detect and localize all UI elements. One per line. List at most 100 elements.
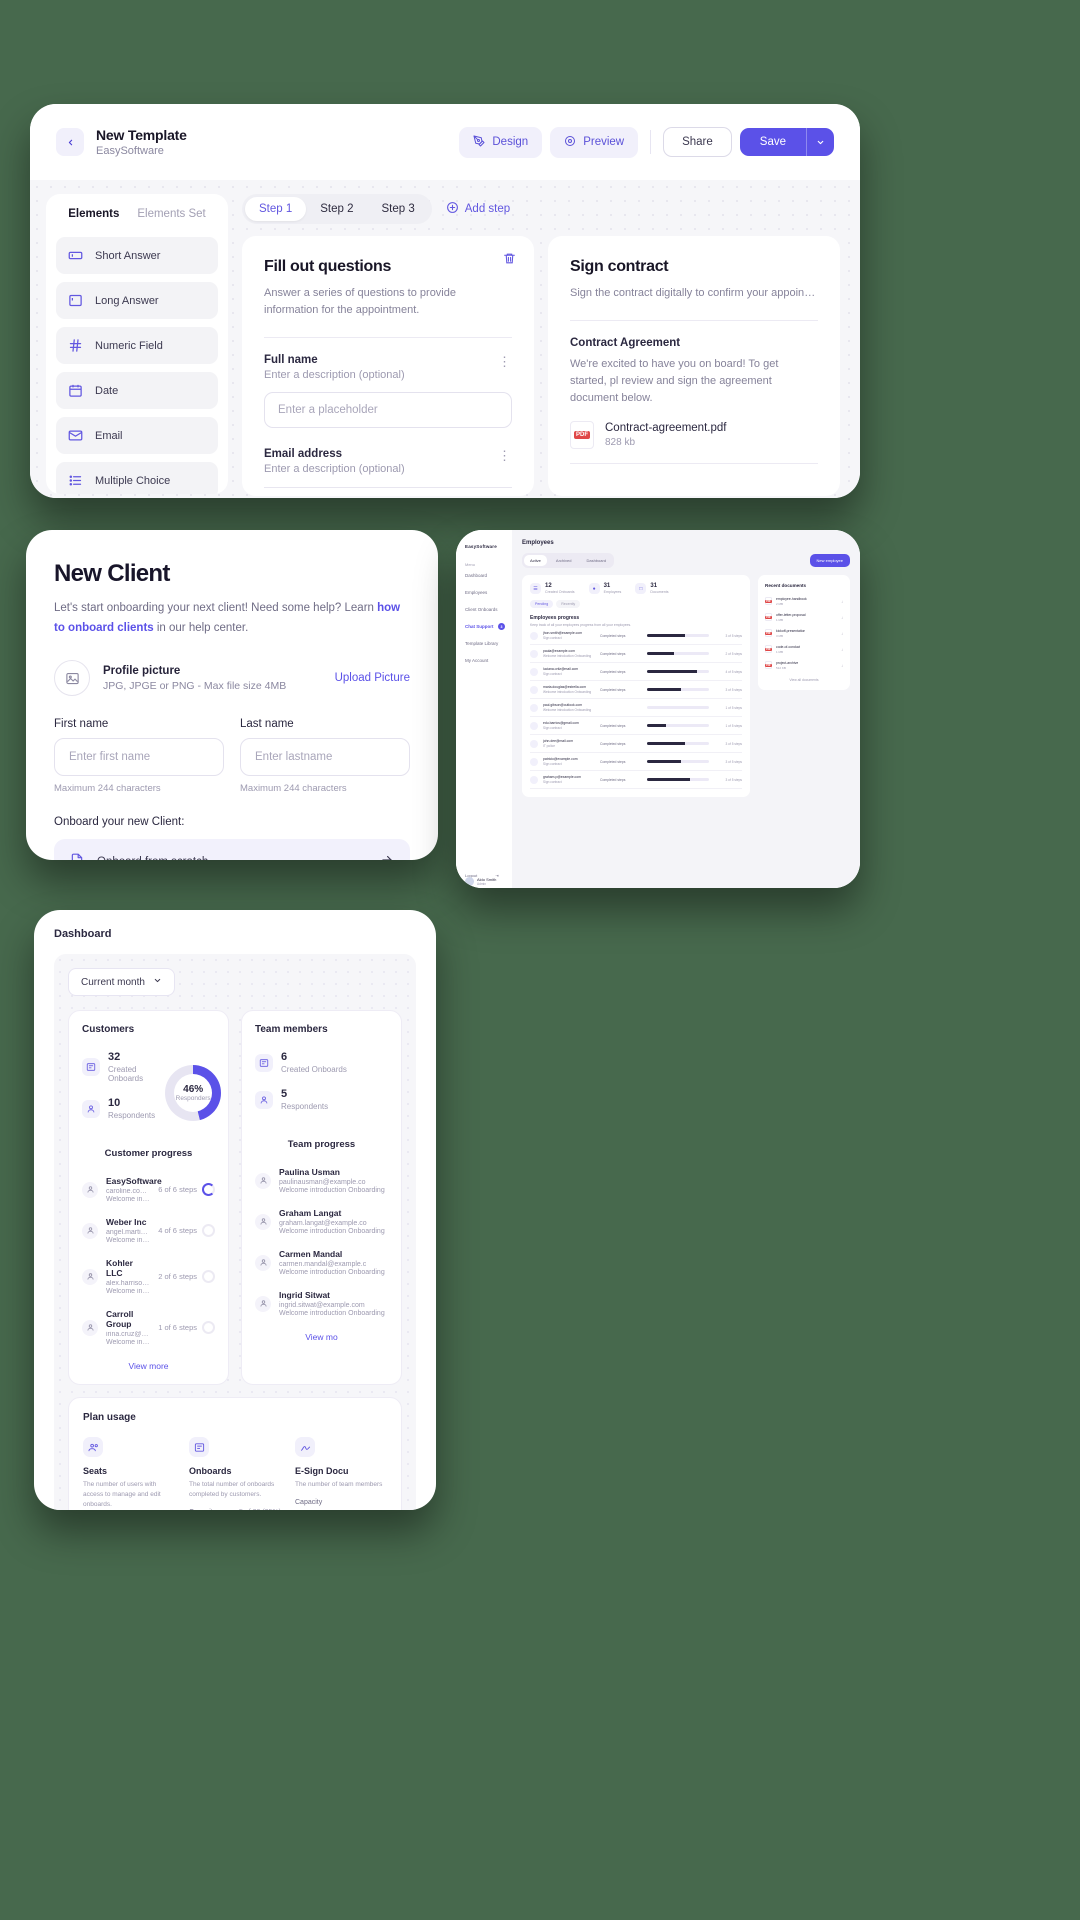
element-date[interactable]: Date [56, 372, 218, 409]
add-step-button[interactable]: Add step [446, 201, 510, 217]
tab-step-2[interactable]: Step 2 [306, 197, 367, 221]
team-stat-col: 6 Created Onboards 5 Respondents [255, 1051, 388, 1125]
table-row[interactable]: paul.gibson@outlook.com Welcome introduc… [530, 699, 742, 717]
document-size: 512 KB [776, 665, 786, 670]
stat-created-onboards: 32 Created Onboards [82, 1051, 155, 1083]
contract-file-row[interactable]: PDF Contract-agreement.pdf 828 kb [570, 421, 818, 465]
member-name: Ingrid Sitwat [279, 1290, 330, 1300]
onboard-from-scratch-option[interactable]: Onboard from scratch [54, 839, 410, 860]
download-icon[interactable]: ↓ [841, 631, 843, 636]
team-stats: 6 Created Onboards 5 Respondents [255, 1051, 388, 1125]
table-row[interactable]: john.dee@mail.com IT police Completed st… [530, 735, 742, 753]
list-item[interactable]: Carroll Group irina.cruz@example.com Wel… [82, 1302, 215, 1353]
tab-elements[interactable]: Elements [68, 208, 119, 223]
view-all-documents-link[interactable]: View all documents [765, 678, 843, 682]
list-item[interactable]: Paulina Usman paulinausman@example.co We… [255, 1160, 388, 1201]
sidebar-item-dashboard[interactable]: Dashboard [456, 567, 512, 584]
element-long-answer[interactable]: Long Answer [56, 282, 218, 319]
month-selector[interactable]: Current month [68, 968, 175, 996]
element-short-answer[interactable]: Short Answer [56, 237, 218, 274]
question-menu-icon[interactable]: ⋮ [498, 448, 512, 464]
plan-usage-grid: Seats The number of users with access to… [83, 1437, 387, 1510]
stat-respondents: 5 Respondents [255, 1088, 388, 1111]
pdf-icon: PDF [765, 645, 772, 653]
tab-dashboard[interactable]: Dashboard [580, 555, 612, 566]
tab-step-1[interactable]: Step 1 [245, 197, 307, 221]
last-name-label: Last name [240, 718, 294, 731]
trash-icon[interactable] [503, 252, 516, 270]
download-icon[interactable]: ↓ [841, 663, 843, 668]
progress-bar [647, 706, 709, 709]
profile-picture-text: Profile picture JPG, JPGE or PNG - Max f… [103, 665, 286, 692]
plan-capacity-row: Capacity [295, 1499, 387, 1506]
preview-button[interactable]: Preview [550, 126, 639, 158]
back-icon[interactable] [56, 128, 84, 156]
download-icon[interactable]: ↓ [841, 615, 843, 620]
avatar [255, 1254, 271, 1271]
save-button[interactable]: Save [739, 128, 807, 156]
customer-steps: 6 of 6 steps [158, 1183, 215, 1196]
list-item[interactable]: Carmen Mandal carmen.mandal@example.c We… [255, 1242, 388, 1283]
tab-step-3[interactable]: Step 3 [368, 197, 429, 221]
chevron-down-icon[interactable] [807, 128, 834, 156]
filter-pending[interactable]: Pending [530, 600, 554, 608]
respondents-icon [255, 1090, 273, 1109]
list-item[interactable]: PDF project-archive 512 KB ↓ [765, 657, 843, 673]
filter-recently[interactable]: Recently [556, 600, 581, 608]
download-icon[interactable]: ↓ [841, 647, 843, 652]
table-row[interactable]: jhon.smith@example.com Sign contract Com… [530, 627, 742, 645]
employee-email: jhon.smith@example.com [543, 631, 583, 635]
sidebar-item-chat-support[interactable]: Chat Support 3 [456, 618, 512, 635]
list-item[interactable]: PDF employee-handbook 2 MB ↓ [765, 593, 843, 609]
upload-picture-button[interactable]: Upload Picture [335, 672, 410, 684]
table-row[interactable]: patricio@example.com Sign contract Compl… [530, 753, 742, 771]
list-item[interactable]: Graham Langat graham.langat@example.co W… [255, 1201, 388, 1242]
table-row[interactable]: edu.barrios@gmail.com Sign contract Comp… [530, 717, 742, 735]
sidebar-item-my-account[interactable]: My Account [456, 652, 512, 669]
sidebar-item-client-onboards[interactable]: Client Onboards [456, 601, 512, 618]
donut-label: Responders [175, 1094, 211, 1102]
team-view-more[interactable]: View mo [255, 1332, 388, 1342]
list-item[interactable]: Kohler LLC alex.harrison@example.com Wel… [82, 1251, 215, 1302]
app-tabs: Active Archived Dashboard [522, 553, 615, 568]
question-placeholder-input[interactable]: Enter a placeholder [264, 392, 512, 429]
element-email[interactable]: Email [56, 417, 218, 454]
table-row[interactable]: luciana.ortiz@mail.com Sign contract Com… [530, 663, 742, 681]
table-row[interactable]: maria.douglas@estrella.com Welcome intro… [530, 681, 742, 699]
tab-active[interactable]: Active [524, 555, 547, 566]
share-button[interactable]: Share [663, 127, 732, 157]
sidebar-user[interactable]: Aldo Smith Admin [465, 877, 496, 886]
element-multiple-choice[interactable]: Multiple Choice [56, 462, 218, 494]
list-item[interactable]: Weber Inc angel.martinez@example.com Wel… [82, 1210, 215, 1251]
download-icon[interactable]: ↓ [841, 599, 843, 604]
table-row[interactable]: paula@example.com Welcome introduction O… [530, 645, 742, 663]
member-name: Graham Langat [279, 1208, 342, 1218]
new-employee-button[interactable]: New employee [809, 554, 850, 567]
document-size: 1 MB [776, 617, 784, 622]
customers-view-more[interactable]: View more [82, 1361, 215, 1371]
stat-label: Created Onboards [108, 1065, 144, 1083]
list-item[interactable]: EasySoftware caroline.cook@example.com W… [82, 1169, 215, 1210]
stat-respondents: 10 Respondents [82, 1097, 155, 1120]
question-menu-icon[interactable]: ⋮ [498, 354, 512, 370]
last-name-input[interactable]: Enter lastname [240, 738, 410, 777]
element-numeric-field[interactable]: Numeric Field [56, 327, 218, 364]
employee-steps: 1 of 5 steps [725, 705, 742, 710]
first-name-input[interactable]: Enter first name [54, 738, 224, 777]
tab-archived[interactable]: Archived [550, 555, 578, 566]
list-item[interactable]: Ingrid Sitwat ingrid.sitwat@example.com … [255, 1283, 388, 1324]
customer-steps: 4 of 6 steps [158, 1224, 215, 1237]
employees-icon: ● [588, 583, 600, 594]
app-shell: EasySoftware Menu Dashboard Employees Cl… [456, 530, 860, 888]
table-row[interactable]: graham.p@example.com Sign contract Compl… [530, 771, 742, 789]
sidebar-item-employees[interactable]: Employees [456, 584, 512, 601]
tab-elements-set[interactable]: Elements Set [137, 208, 205, 223]
employee-flow: Welcome introduction Onboarding [543, 708, 592, 712]
onboards-icon [189, 1437, 209, 1457]
sidebar-item-template-library[interactable]: Template Library [456, 635, 512, 652]
member-email: graham.langat@example.co [279, 1220, 367, 1227]
list-item[interactable]: PDF code-of-conduct 1 MB ↓ [765, 641, 843, 657]
list-item[interactable]: PDF offer-letter-proposal 1 MB ↓ [765, 609, 843, 625]
design-button[interactable]: Design [459, 126, 543, 158]
list-item[interactable]: PDF kickoff-presentation 3 MB ↓ [765, 625, 843, 641]
